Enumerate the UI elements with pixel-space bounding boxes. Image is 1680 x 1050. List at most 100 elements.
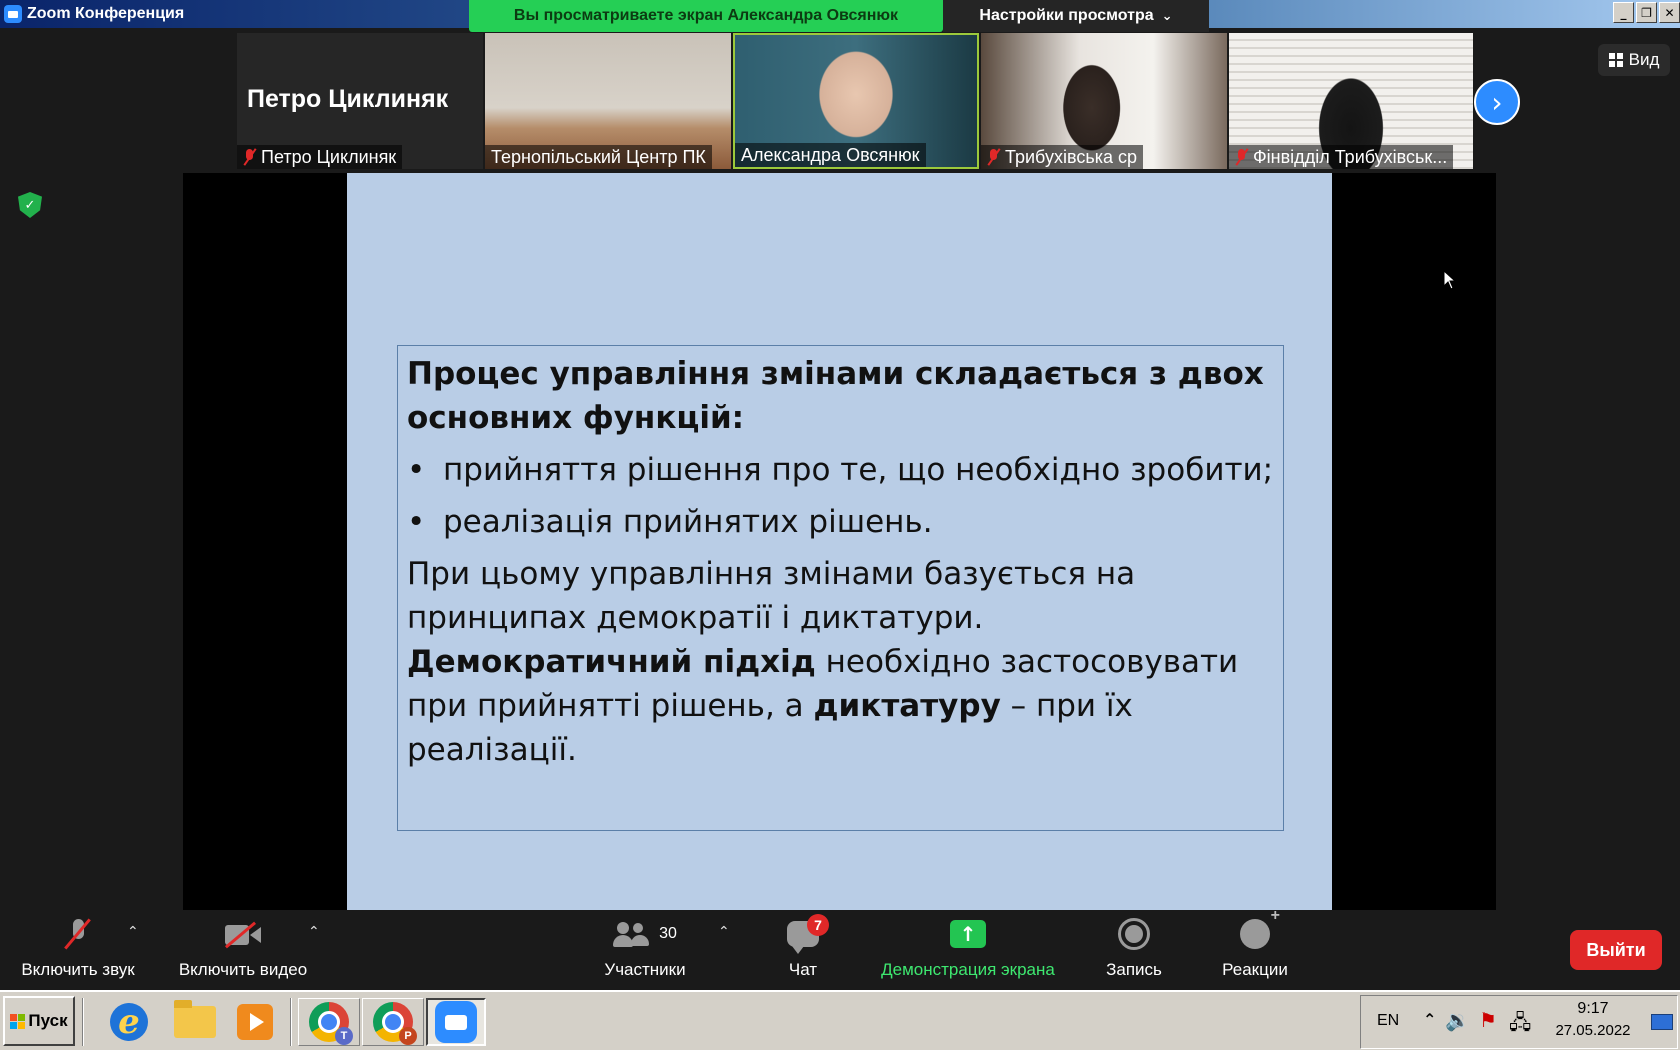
view-options-button[interactable]: Настройки просмотра ⌄ (943, 0, 1209, 32)
share-screen-icon: ↑ (950, 920, 986, 948)
clock-date[interactable]: 27.05.2022 (1553, 1022, 1633, 1039)
taskbar-separator (290, 998, 292, 1046)
chat-label: Чат (788, 960, 818, 979)
shared-screen: Процес управління змінами складається з … (183, 173, 1496, 910)
participant-name: Петро Циклиняк (261, 146, 397, 167)
start-video-button[interactable]: Включить видео (170, 910, 316, 990)
participants-label: Участники (604, 960, 686, 979)
grid-icon (1608, 53, 1623, 67)
folder-icon (174, 1000, 216, 1038)
zoom-window: Zoom Конференция _ ❐ ✕ Вы просматриваете… (0, 0, 1680, 1050)
mic-muted-icon (987, 148, 1001, 166)
slide-paragraph: При цьому управління змінами базується н… (407, 556, 1136, 636)
window-title: Zoom Конференция (27, 5, 185, 22)
security-shield-icon[interactable]: ✓ (18, 192, 42, 218)
participant-tile-active-speaker[interactable]: Александра Овсянюк (733, 33, 979, 169)
unmute-label: Включить звук (21, 960, 135, 979)
share-screen-label: Демонстрация экрана (881, 960, 1055, 979)
taskbar-separator (82, 998, 84, 1046)
internet-explorer-icon: e (110, 1002, 148, 1042)
participant-label: Фінвідділ Трибухівськ... (1229, 145, 1454, 169)
participant-tile[interactable]: Трибухівська ср (981, 33, 1227, 169)
participants-count: 30 (659, 925, 677, 942)
slide-heading: Процес управління змінами складається з … (407, 356, 1264, 436)
share-banner-text: Вы просматриваете экран Александра Овсян… (513, 7, 899, 24)
reactions-button[interactable]: Реакции (1218, 907, 1292, 990)
taskbar-media-player[interactable] (228, 998, 282, 1046)
start-video-label: Включить видео (178, 960, 308, 979)
system-tray: EN ⌃ 🔉 ⚑ 🖧 9:17 27.05.2022 (1360, 995, 1678, 1049)
slide-bold-text: диктатуру (813, 688, 1001, 724)
profile-badge: P (399, 1027, 417, 1045)
action-center-flag-icon[interactable]: ⚑ (1479, 1008, 1497, 1032)
show-hidden-icons-icon[interactable]: ⌃ (1423, 1010, 1436, 1029)
participant-name: Трибухівська ср (1005, 146, 1137, 167)
slide-bullet: прийняття рішення про те, що необхідно з… (407, 448, 1274, 492)
participant-label: Александра Овсянюк (735, 143, 926, 167)
participants-icon (613, 920, 651, 948)
window-controls: _ ❐ ✕ (1613, 2, 1680, 23)
participant-name: Фінвідділ Трибухівськ... (1253, 146, 1448, 167)
record-button[interactable]: Запись (1100, 910, 1168, 990)
reactions-label: Реакции (1222, 960, 1288, 979)
record-label: Запись (1106, 960, 1162, 979)
camera-off-icon (225, 922, 261, 946)
record-icon (1118, 918, 1150, 950)
view-options-label: Настройки просмотра (979, 7, 1154, 24)
slide-paragraph: Демократичний підхід необхідно застосову… (407, 640, 1274, 772)
taskbar-explorer[interactable] (168, 998, 222, 1046)
volume-icon[interactable]: 🔉 (1445, 1008, 1470, 1032)
video-options-caret-icon[interactable]: ⌃ (308, 924, 320, 940)
mic-muted-icon (1235, 148, 1249, 166)
screen-share-banner: Вы просматриваете экран Александра Овсян… (469, 0, 943, 32)
chevron-down-icon: ⌄ (1161, 8, 1173, 23)
chat-unread-badge: 7 (807, 914, 829, 936)
participant-label: Тернопільський Центр ПК (485, 145, 712, 169)
start-button[interactable]: Пуск (3, 996, 75, 1046)
participant-tile[interactable]: Фінвідділ Трибухівськ... (1229, 33, 1473, 169)
zoom-app-icon (4, 5, 22, 23)
mic-muted-icon (243, 148, 257, 166)
participant-name: Тернопільський Центр ПК (491, 146, 706, 167)
participants-button[interactable]: 30 Участники (596, 910, 694, 990)
reactions-icon (1240, 907, 1280, 949)
view-button[interactable]: Вид (1598, 44, 1670, 76)
chrome-icon: T (309, 1002, 353, 1045)
leave-meeting-button[interactable]: Выйти (1570, 930, 1662, 970)
audio-options-caret-icon[interactable]: ⌃ (127, 924, 139, 940)
start-label: Пуск (28, 1011, 68, 1030)
zoom-icon (435, 1001, 477, 1043)
meeting-toolbar: Включить звук ⌃ Включить видео ⌃ 30 Учас… (0, 907, 1680, 990)
minimize-button[interactable]: _ (1613, 2, 1634, 23)
unmute-button[interactable]: Включить звук (12, 910, 144, 990)
taskbar-chrome-profile-p[interactable]: P (362, 998, 424, 1046)
restore-button[interactable]: ❐ (1636, 2, 1657, 23)
taskbar-chrome-profile-t[interactable]: T (298, 998, 360, 1046)
taskbar-internet-explorer[interactable]: e (102, 998, 156, 1046)
share-screen-button[interactable]: ↑ Демонстрация экрана (872, 910, 1064, 990)
participants-options-caret-icon[interactable]: ⌃ (718, 924, 730, 940)
chrome-icon: P (373, 1002, 417, 1045)
network-icon[interactable]: 🖧 (1509, 1008, 1531, 1042)
slide-bullet: реалізація прийнятих рішень. (407, 500, 1274, 544)
participant-tile[interactable]: Тернопільський Центр ПК (485, 33, 731, 169)
view-button-label: Вид (1628, 50, 1660, 69)
participant-tile[interactable]: Петро Циклиняк Петро Циклиняк (237, 33, 483, 169)
windows-taskbar: Пуск e T P EN ⌃ 🔉 ⚑ 🖧 9:17 27.05.2022 (0, 990, 1680, 1050)
clock-time[interactable]: 9:17 (1553, 1000, 1633, 1018)
presentation-slide: Процес управління змінами складається з … (347, 173, 1332, 910)
slide-bold-text: Демократичний підхід (407, 644, 816, 680)
profile-badge: T (335, 1027, 353, 1045)
show-desktop-icon[interactable] (1651, 1014, 1673, 1030)
participant-label: Трибухівська ср (981, 145, 1143, 169)
participant-label: Петро Циклиняк (237, 145, 403, 169)
windows-logo-icon (10, 1013, 26, 1029)
taskbar-zoom[interactable] (426, 998, 486, 1046)
language-indicator[interactable]: EN (1377, 1012, 1399, 1030)
close-button[interactable]: ✕ (1659, 2, 1680, 23)
next-page-arrow-icon[interactable]: › (1474, 79, 1520, 125)
chat-button[interactable]: 7 Чат (776, 910, 830, 990)
microphone-muted-icon (67, 919, 89, 949)
slide-textbox: Процес управління змінами складається з … (397, 345, 1284, 831)
participant-display-name: Петро Циклиняк (247, 85, 449, 113)
